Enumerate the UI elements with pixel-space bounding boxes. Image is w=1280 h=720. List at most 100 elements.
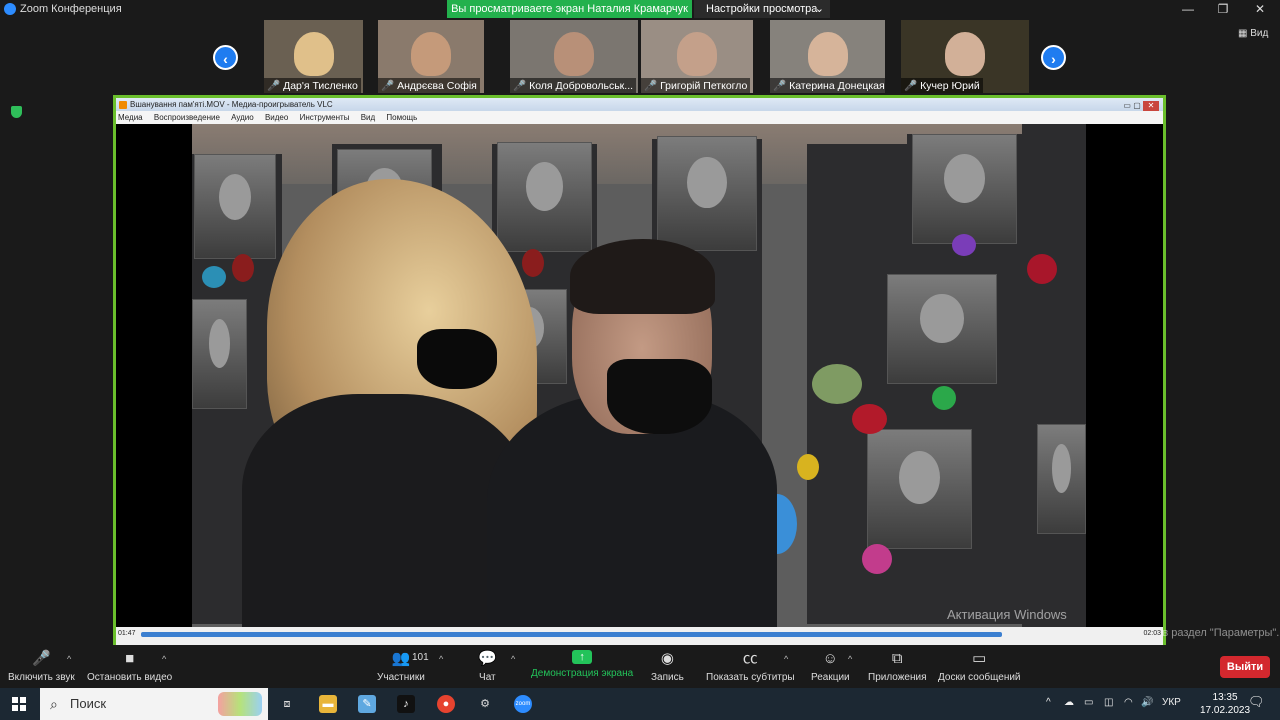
notes-app-icon[interactable]: ✎: [358, 695, 376, 713]
share-screen-icon: ↑: [572, 650, 593, 664]
clock-date: 17.02.2023: [1200, 705, 1251, 716]
apps-label: Приложения: [868, 672, 927, 683]
task-view-icon[interactable]: ⧈: [278, 695, 296, 713]
participant-strip: ‹ 🎤 Дар'я Тисленко 🎤 Андрєєва Софія 🎤 Коля …: [0, 20, 1280, 94]
battery-icon[interactable]: ▭: [1084, 697, 1093, 708]
vlc-cone-icon: [119, 101, 127, 109]
tiktok-icon[interactable]: ♪: [397, 695, 415, 713]
screen-share-banner: Вы просматриваете экран Наталия Крамарчу…: [447, 0, 692, 18]
captions-options-caret[interactable]: ^: [784, 654, 788, 664]
memorial-photo: [194, 154, 276, 259]
menu-video[interactable]: Видео: [265, 113, 288, 122]
menu-playback[interactable]: Воспроизведение: [154, 113, 220, 122]
zoom-app-icon[interactable]: zoom: [514, 695, 532, 713]
memorial-photo: [192, 299, 247, 409]
view-settings-label: Настройки просмотра: [706, 3, 818, 15]
zoom-logo-icon: [4, 3, 16, 15]
app-title: Zoom Конференция: [20, 3, 122, 15]
search-icon: ⌕: [50, 696, 58, 712]
participant-tile[interactable]: 🎤 Дар'я Тисленко: [264, 20, 363, 93]
settings-gear-icon[interactable]: ⚙: [476, 695, 494, 713]
clock-time: 13:35: [1212, 692, 1238, 703]
windows-start-icon[interactable]: [12, 697, 26, 711]
language-indicator[interactable]: УКР: [1162, 697, 1181, 708]
close-icon[interactable]: ✕: [1143, 101, 1159, 111]
show-captions-button[interactable]: ㏄ Показать субтитры: [706, 650, 795, 683]
volume-icon[interactable]: 🔊: [1141, 697, 1153, 708]
encryption-shield-icon[interactable]: [11, 106, 22, 118]
participants-options-caret[interactable]: ^: [439, 654, 443, 664]
share-screen-button[interactable]: ↑ Демонстрация экрана: [531, 650, 633, 679]
next-page-button[interactable]: ›: [1041, 45, 1066, 70]
previous-page-button[interactable]: ‹: [213, 45, 238, 70]
notifications-icon[interactable]: 🗨: [1248, 694, 1265, 710]
menu-media[interactable]: Медиа: [118, 113, 143, 122]
clock[interactable]: 13:35 17.02.2023: [1200, 691, 1250, 717]
reactions-options-caret[interactable]: ^: [848, 654, 852, 664]
view-settings-button[interactable]: Настройки просмотра ⌄: [694, 0, 830, 18]
minimize-icon[interactable]: ▭: [1123, 101, 1131, 110]
seek-bar[interactable]: [141, 632, 1003, 637]
mic-muted-icon: 🎤: [773, 80, 787, 92]
menu-view[interactable]: Вид: [361, 113, 375, 122]
participant-tile[interactable]: 🎤 Катерина Донецкая: [770, 20, 885, 93]
apps-icon: ⧉: [891, 650, 903, 667]
memorial-photo: [657, 136, 757, 251]
memorial-photo: [497, 142, 592, 252]
vlc-window-title: Вшанування пам'яті.MOV - Медиа-проигрыва…: [130, 100, 333, 109]
leave-meeting-button[interactable]: Выйти: [1220, 656, 1270, 678]
vlc-controls: 01:47 02:03: [116, 627, 1163, 645]
mic-muted-icon: 🎤: [381, 80, 395, 92]
captions-icon: ㏄: [742, 650, 758, 667]
menu-audio[interactable]: Аудио: [231, 113, 254, 122]
record-button[interactable]: ◉ Запись: [651, 650, 684, 683]
participant-tile[interactable]: 🎤 Григорій Петкогло: [641, 20, 753, 93]
participant-tile[interactable]: 🎤 Андрєєва Софія: [378, 20, 484, 93]
search-placeholder: Поиск: [70, 696, 107, 711]
minimize-icon[interactable]: —: [1178, 2, 1198, 16]
memorial-photo: [887, 274, 997, 384]
menu-help[interactable]: Помощь: [386, 113, 417, 122]
show-hidden-icons[interactable]: ^: [1046, 697, 1051, 708]
stop-video-button[interactable]: ■ Остановить видео: [87, 650, 172, 683]
restore-icon[interactable]: ❐: [1213, 2, 1233, 16]
avatar: [945, 32, 985, 76]
record-label: Запись: [651, 672, 684, 683]
memorial-photo: [867, 429, 972, 549]
shared-screen: Вшанування пам'яті.MOV - Медиа-проигрыва…: [113, 95, 1279, 645]
participant-name: Дар'я Тисленко: [283, 80, 358, 92]
participant-tile[interactable]: 🎤 Коля Добровольськ...: [510, 20, 638, 93]
reactions-button[interactable]: ☺ Реакции: [811, 650, 850, 683]
chat-button[interactable]: 💬 Чат: [478, 650, 497, 683]
avatar: [807, 32, 848, 76]
memorial-photo: [1037, 424, 1086, 534]
participant-name: Григорій Петкогло: [660, 80, 748, 92]
onedrive-icon[interactable]: ☁: [1064, 697, 1074, 708]
file-explorer-icon[interactable]: ▬: [319, 695, 337, 713]
chat-icon: 💬: [478, 650, 497, 667]
time-elapsed: 01:47: [118, 630, 136, 637]
chrome-icon[interactable]: ●: [437, 695, 455, 713]
zoom-title-bar: Zoom Конференция Вы просматриваете экран…: [0, 0, 1280, 18]
participant-name: Катерина Донецкая: [789, 80, 885, 92]
audio-options-caret[interactable]: ^: [67, 654, 71, 664]
chat-options-caret[interactable]: ^: [511, 654, 515, 664]
participant-tile[interactable]: 🎤 Кучер Юрий: [901, 20, 1029, 93]
close-icon[interactable]: ✕: [1250, 2, 1270, 16]
video-options-caret[interactable]: ^: [162, 654, 166, 664]
mic-muted-icon: 🎤: [267, 80, 281, 92]
whiteboards-button[interactable]: ▭ Доски сообщений: [938, 650, 1021, 683]
taskbar-search[interactable]: ⌕ Поиск: [40, 688, 268, 720]
menu-tools[interactable]: Инструменты: [300, 113, 350, 122]
unmute-button[interactable]: 🎤 Включить звук: [8, 650, 75, 683]
participants-count: 101: [412, 652, 429, 663]
participants-label: Участники: [377, 672, 425, 683]
maximize-icon[interactable]: ▢: [1133, 101, 1141, 110]
video-area[interactable]: Активация Windows Чтобы активировать Win…: [116, 124, 1279, 639]
mic-muted-icon: 🎤: [513, 80, 527, 92]
wifi-icon[interactable]: ◠: [1124, 697, 1133, 708]
apps-button[interactable]: ⧉ Приложения: [868, 650, 927, 683]
whiteboards-label: Доски сообщений: [938, 672, 1021, 683]
network-icon[interactable]: ◫: [1104, 697, 1113, 708]
mic-muted-icon: 🎤: [644, 80, 658, 92]
